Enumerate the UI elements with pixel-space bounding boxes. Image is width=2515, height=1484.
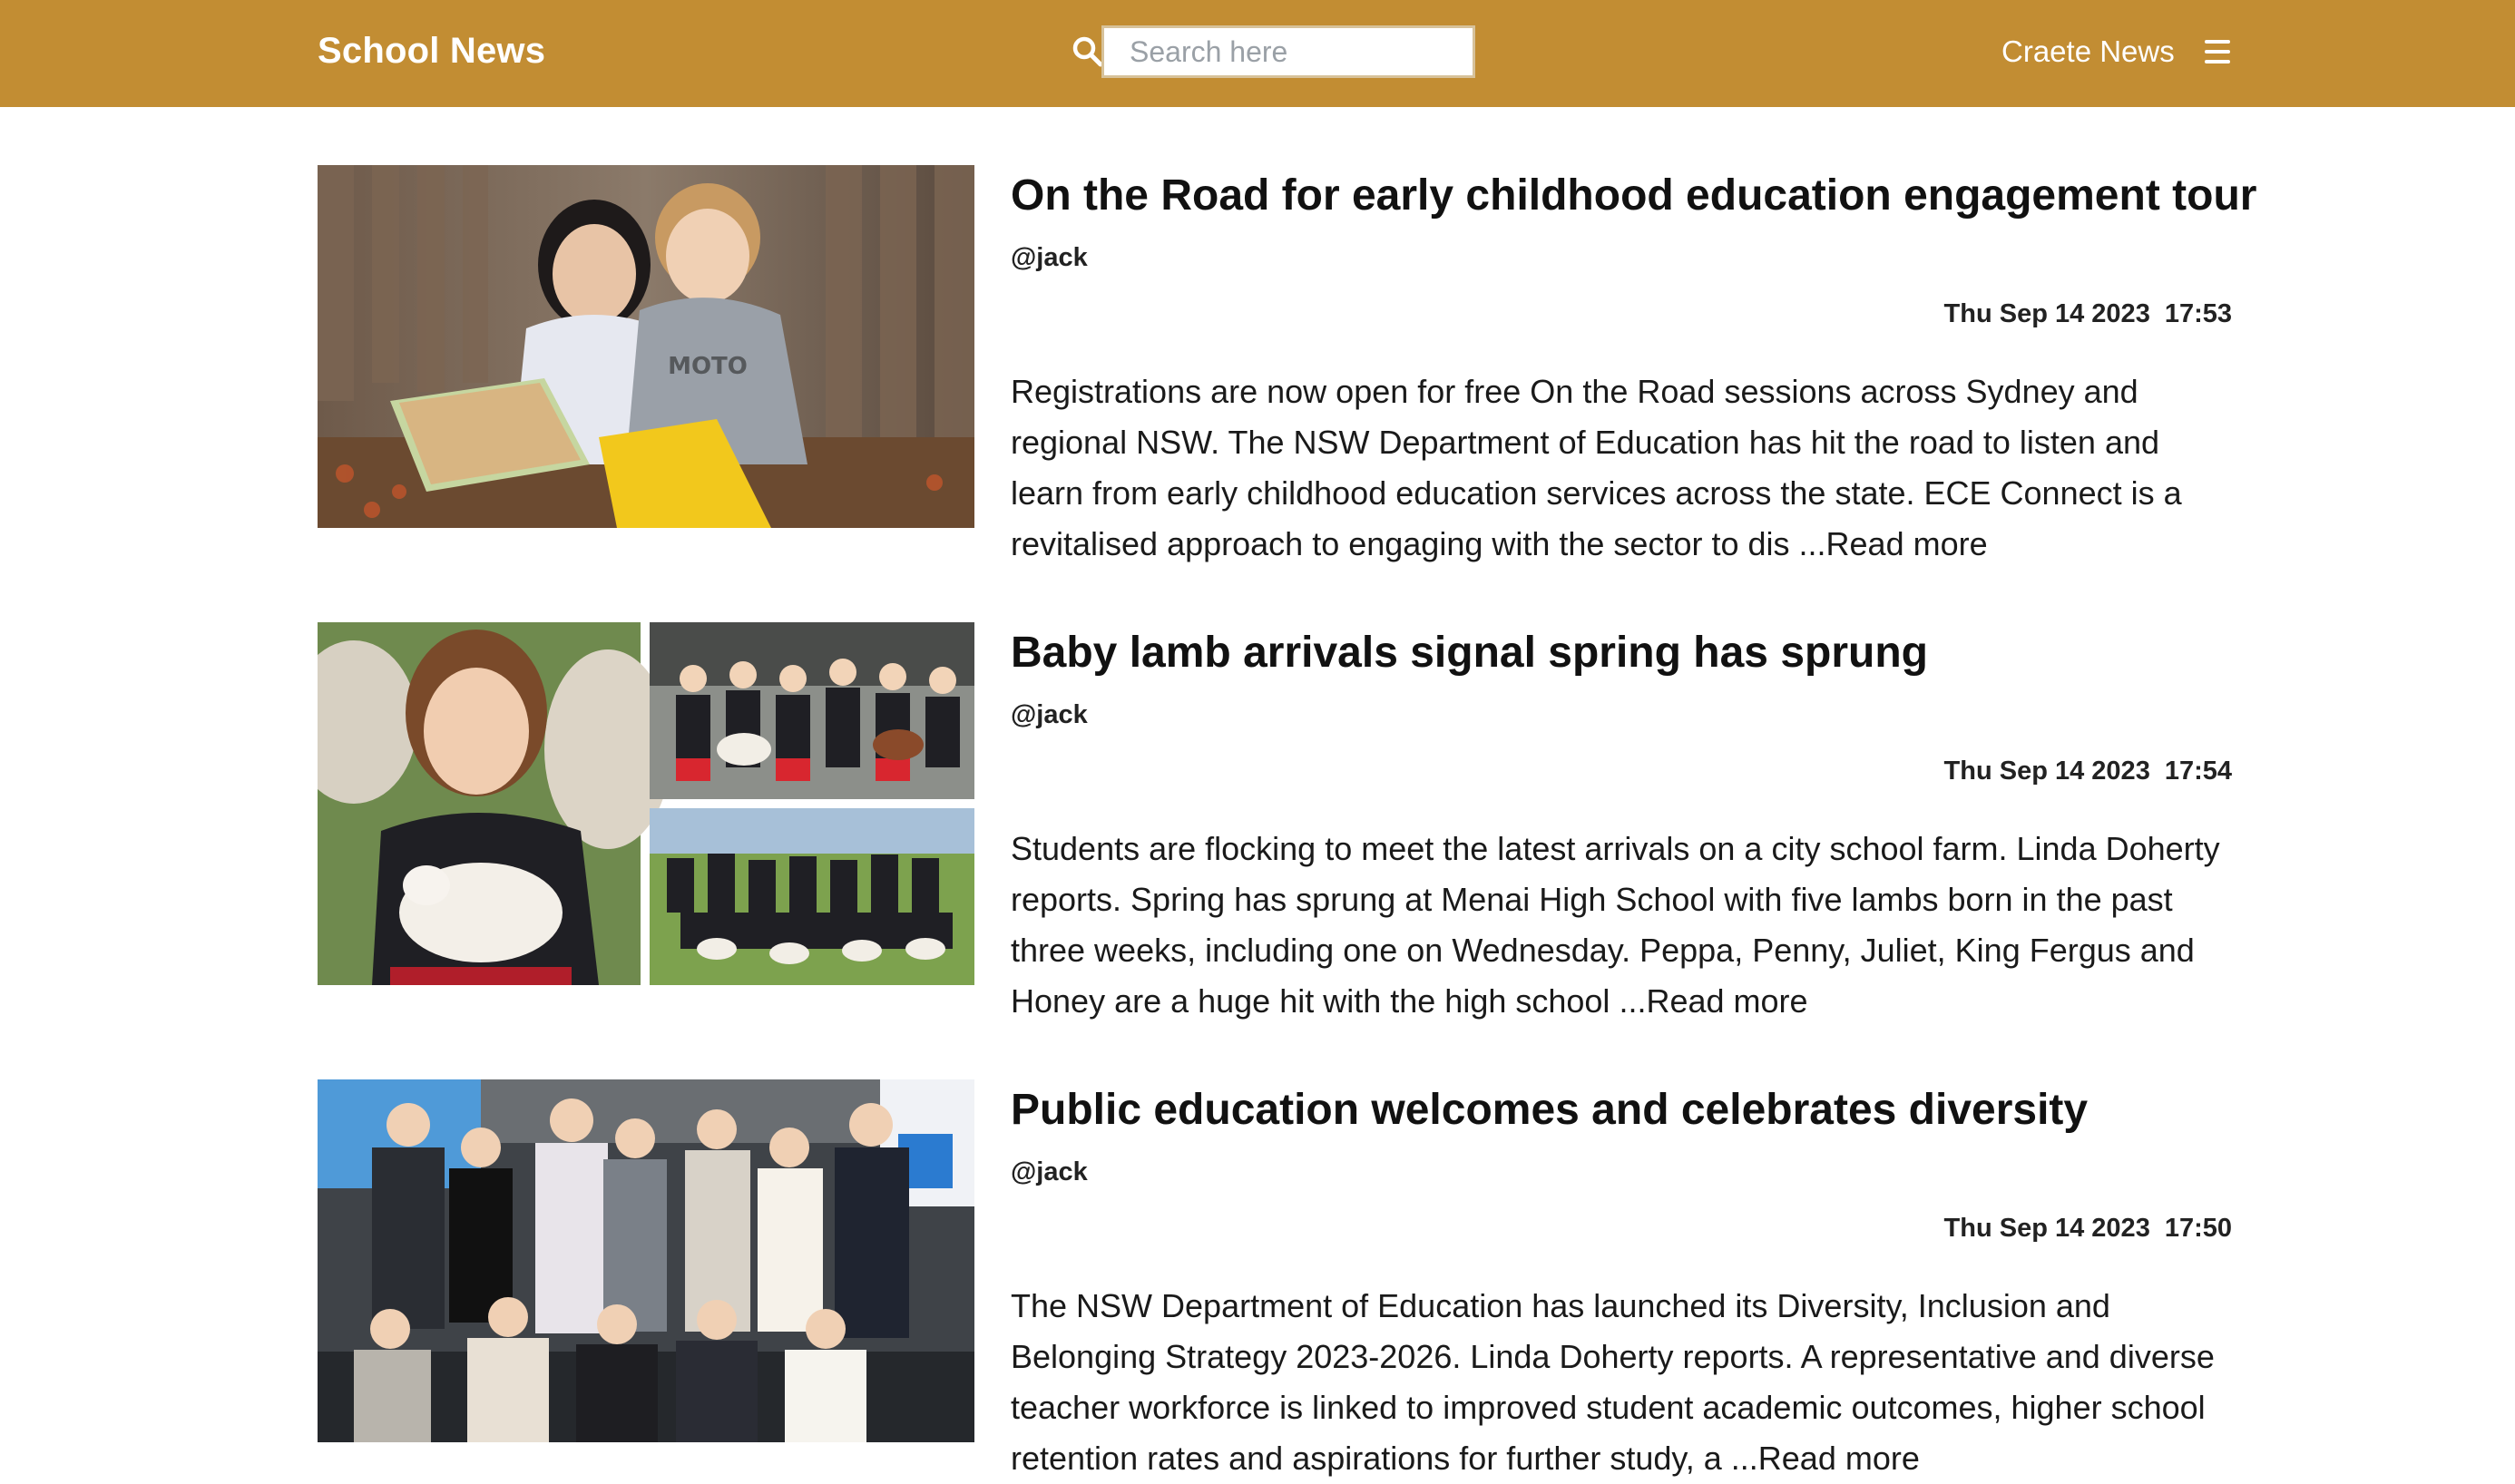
- diversity-group-photo: [318, 1079, 974, 1442]
- article-author[interactable]: @jack: [1011, 700, 1088, 730]
- hamburger-menu-icon[interactable]: [2203, 38, 2232, 67]
- news-item: Public education welcomes and celebrates…: [318, 1079, 2232, 1477]
- top-navbar: School News Craete News: [0, 0, 2515, 107]
- children-reading-photo: MOTO: [318, 165, 974, 528]
- article-title[interactable]: On the Road for early childhood educatio…: [1011, 171, 2256, 220]
- news-item: MOTO On the Road for early childhood edu…: [318, 165, 2256, 562]
- article-thumbnail[interactable]: MOTO: [318, 165, 974, 528]
- search-icon[interactable]: [1071, 34, 1105, 69]
- svg-text:MOTO: MOTO: [668, 353, 748, 380]
- article-time: 17:54: [2164, 757, 2232, 786]
- article-excerpt-text: Registrations are now open for free On t…: [1011, 373, 2182, 562]
- read-more-link[interactable]: ...Read more: [1731, 1440, 1920, 1477]
- article-author[interactable]: @jack: [1011, 1157, 1088, 1187]
- article-thumbnail[interactable]: [318, 1079, 974, 1442]
- article-title[interactable]: Baby lamb arrivals signal spring has spr…: [1011, 628, 1928, 678]
- article-excerpt: Registrations are now open for free On t…: [1011, 366, 2232, 570]
- article-datetime: Thu Sep 14 2023 17:54: [1944, 757, 2232, 786]
- article-thumbnail[interactable]: [318, 622, 974, 985]
- article-date: Thu Sep 14 2023: [1943, 299, 2150, 328]
- article-excerpt-text: Students are flocking to meet the latest…: [1011, 830, 2220, 1020]
- article-title[interactable]: Public education welcomes and celebrates…: [1011, 1085, 2088, 1135]
- read-more-link[interactable]: ...Read more: [1619, 982, 1807, 1020]
- search-input[interactable]: [1101, 25, 1475, 78]
- brand-logo[interactable]: School News: [318, 31, 545, 72]
- article-date: Thu Sep 14 2023: [1943, 757, 2150, 786]
- article-excerpt: The NSW Department of Education has laun…: [1011, 1281, 2232, 1484]
- article-datetime: Thu Sep 14 2023 17:53: [1944, 299, 2232, 329]
- news-item: Baby lamb arrivals signal spring has spr…: [318, 622, 2232, 1020]
- article-author[interactable]: @jack: [1011, 243, 1088, 273]
- article-time: 17:50: [2164, 1214, 2232, 1243]
- article-datetime: Thu Sep 14 2023 17:50: [1944, 1214, 2232, 1244]
- lambs-collage-photo: [318, 622, 974, 985]
- article-excerpt: Students are flocking to meet the latest…: [1011, 824, 2232, 1027]
- read-more-link[interactable]: ...Read more: [1799, 525, 1988, 562]
- article-excerpt-text: The NSW Department of Education has laun…: [1011, 1287, 2215, 1477]
- create-news-link[interactable]: Craete News: [2001, 34, 2175, 69]
- article-date: Thu Sep 14 2023: [1943, 1214, 2150, 1243]
- article-time: 17:53: [2164, 299, 2232, 328]
